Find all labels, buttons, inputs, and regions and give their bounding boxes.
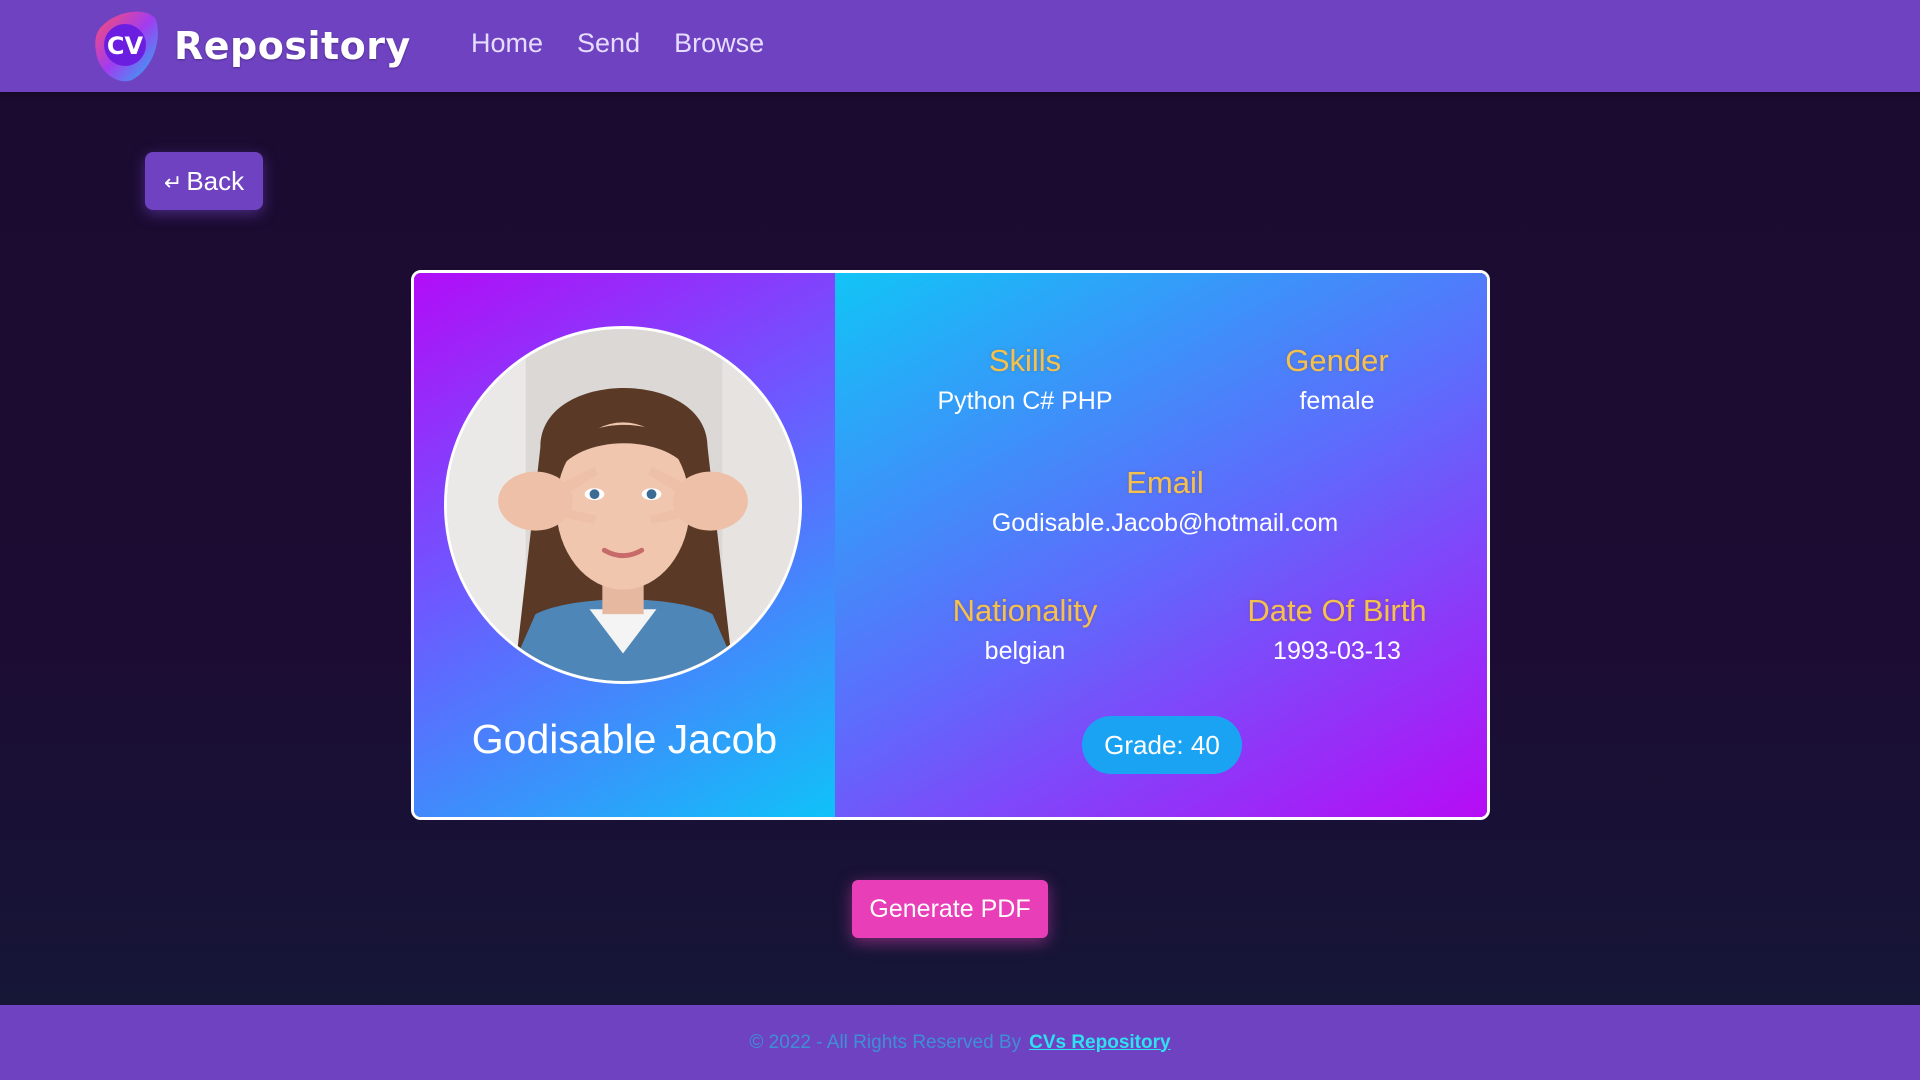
navbar: CV Repository Home Send Browse <box>0 0 1920 92</box>
profile-card-left: Godisable Jacob <box>414 273 835 817</box>
nationality-value: belgian <box>984 637 1066 665</box>
nationality-field: Nationality belgian <box>895 593 1155 666</box>
gender-value: female <box>1299 387 1375 415</box>
footer-link[interactable]: CVs Repository <box>1029 1032 1170 1054</box>
nav-home-link[interactable]: Home <box>471 28 543 59</box>
profile-photo-illustration <box>447 329 799 681</box>
dob-label: Date Of Birth <box>1247 593 1427 628</box>
skills-field: Skills Python C# PHP <box>895 343 1155 416</box>
grade-badge: Grade: 40 <box>1082 716 1242 774</box>
skills-label: Skills <box>988 343 1062 378</box>
email-value: Godisable.Jacob@hotmail.com <box>991 509 1339 537</box>
footer: © 2022 - All Rights Reserved By CVs Repo… <box>0 1005 1920 1080</box>
person-name: Godisable Jacob <box>471 716 778 762</box>
dob-field: Date Of Birth 1993-03-13 <box>1207 593 1467 666</box>
return-arrow-icon: ↵ <box>163 170 183 195</box>
email-field: Email Godisable.Jacob@hotmail.com <box>915 465 1415 538</box>
logo-text: CV <box>107 32 144 60</box>
back-button[interactable]: ↵ Back <box>145 152 263 210</box>
profile-card: Godisable Jacob Skills Python C# PHP Gen… <box>411 270 1490 820</box>
footer-copyright: © 2022 - All Rights Reserved By <box>749 1031 1022 1053</box>
brand-name: Repository <box>174 24 411 68</box>
nav-links: Home Send Browse <box>471 28 764 59</box>
brand[interactable]: CV Repository <box>92 8 411 84</box>
nationality-label: Nationality <box>952 593 1098 628</box>
back-button-label: Back <box>186 165 245 196</box>
generate-pdf-button[interactable]: Generate PDF <box>852 880 1048 938</box>
cv-logo-icon: CV <box>95 11 158 82</box>
email-label: Email <box>1126 465 1204 500</box>
gender-field: Gender female <box>1207 343 1467 416</box>
nav-browse-link[interactable]: Browse <box>674 28 764 59</box>
skills-value: Python C# PHP <box>937 387 1113 415</box>
gender-label: Gender <box>1285 343 1389 378</box>
dob-value: 1993-03-13 <box>1273 637 1401 665</box>
profile-photo <box>444 326 802 684</box>
profile-card-right: Skills Python C# PHP Gender female Email… <box>835 273 1487 817</box>
nav-send-link[interactable]: Send <box>577 28 640 59</box>
